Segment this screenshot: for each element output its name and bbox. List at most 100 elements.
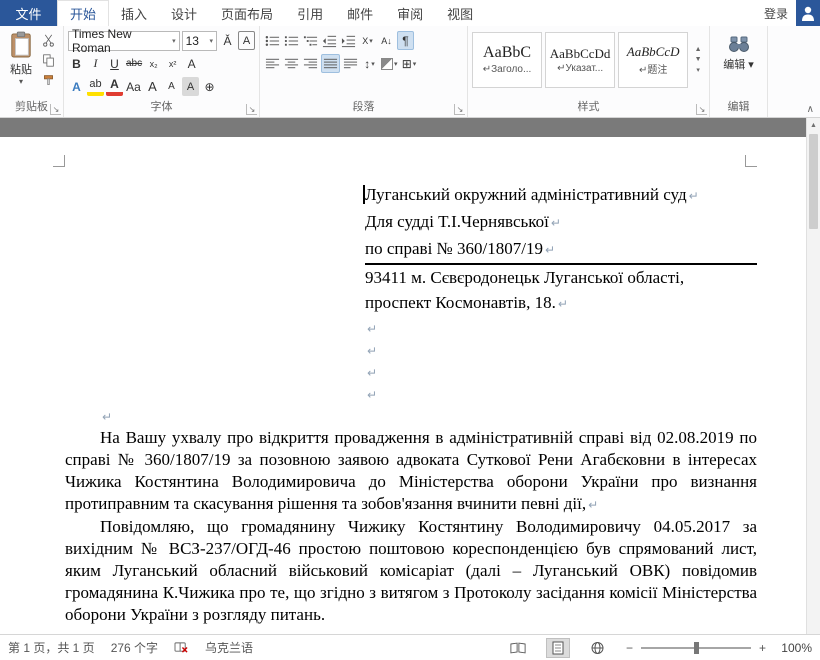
document-area[interactable]: Луганський окружний адміністративний суд…: [0, 118, 806, 634]
scroll-up-icon[interactable]: ▲: [807, 118, 820, 133]
zoom-slider[interactable]: [640, 641, 751, 654]
character-shading-button[interactable]: A: [182, 77, 199, 96]
align-right-button[interactable]: [302, 54, 319, 73]
text-effects-button[interactable]: A: [68, 77, 85, 96]
distribute-text-button[interactable]: [342, 54, 359, 73]
styles-scroll-up-icon[interactable]: ▲: [695, 46, 702, 53]
tab-mailings[interactable]: 邮件: [335, 0, 385, 26]
sort-button[interactable]: A↓: [378, 31, 395, 50]
clipboard-dialog-launcher-icon[interactable]: ↘: [50, 104, 61, 115]
format-painter-button[interactable]: [38, 71, 58, 89]
style-card-heading[interactable]: AaBbC ↵Заголо...: [472, 32, 543, 88]
user-avatar-icon[interactable]: [796, 0, 820, 26]
chevron-down-icon: ▾: [18, 77, 23, 86]
shading-button[interactable]: ▾: [380, 54, 399, 73]
page-indicator[interactable]: 第 1 页，共 1 页: [8, 639, 95, 656]
address-line: 93411 м. Сєвєродонецьк Луганської област…: [365, 268, 685, 287]
print-layout-button[interactable]: [545, 637, 570, 658]
styles-scroll-down-icon[interactable]: ▼: [695, 56, 702, 63]
style-card-caption[interactable]: AaBbCcD ↵题注: [618, 32, 689, 88]
shrink-font-button[interactable]: A: [163, 77, 180, 96]
superscript-button[interactable]: x²: [164, 54, 181, 73]
asian-layout-button[interactable]: X ▾: [359, 31, 376, 50]
text-highlight-button[interactable]: ab: [87, 77, 104, 96]
margin-crop-mark: [745, 155, 757, 167]
word-count[interactable]: 276 个字: [111, 639, 158, 656]
sign-in-button[interactable]: 登录: [756, 0, 796, 26]
document-content[interactable]: Луганський окружний адміністративний суд…: [65, 182, 757, 626]
address-line: Луганський окружний адміністративний суд: [365, 182, 757, 209]
vertical-scrollbar[interactable]: ▲: [806, 118, 820, 634]
tab-view[interactable]: 视图: [435, 0, 485, 26]
paragraph-dialog-launcher-icon[interactable]: ↘: [454, 104, 465, 115]
cut-button[interactable]: [38, 31, 58, 49]
numbered-list-button[interactable]: [283, 31, 300, 50]
read-mode-button[interactable]: [506, 638, 530, 658]
tab-design[interactable]: 设计: [159, 0, 209, 26]
style-card-index[interactable]: AaBbCcDd ↵Указат...: [545, 32, 616, 88]
body-paragraph: Повідомляю, що громадянину Чижику Костян…: [65, 517, 757, 624]
font-dialog-launcher-icon[interactable]: ↘: [246, 104, 257, 115]
increase-indent-button[interactable]: [340, 31, 357, 50]
chevron-down-icon: ▾: [369, 37, 373, 45]
zoom-in-button[interactable]: +: [759, 641, 766, 655]
grow-font-button[interactable]: A: [144, 77, 161, 96]
paragraph-group-label: 段落: [352, 101, 375, 113]
web-layout-button[interactable]: [586, 638, 610, 658]
change-case-button[interactable]: Aa: [125, 77, 142, 96]
show-formatting-marks-button[interactable]: ¶: [397, 31, 414, 50]
styles-more-icon[interactable]: ▾: [696, 66, 700, 74]
underline-button[interactable]: U: [106, 54, 123, 73]
font-size-select[interactable]: 13 ▾: [181, 30, 217, 51]
tab-home[interactable]: 开始: [57, 0, 110, 26]
style-name: ↵Указат...: [557, 62, 604, 74]
character-border-button[interactable]: A: [238, 31, 255, 50]
text-cursor: [363, 185, 365, 204]
empty-paragraph-mark: [365, 317, 757, 339]
status-bar: 第 1 页，共 1 页 276 个字 乌克兰语 − + 100%: [0, 634, 820, 660]
clear-formatting-button[interactable]: A: [183, 54, 200, 73]
paste-button[interactable]: 粘贴 ▾: [4, 29, 38, 100]
scrollbar-thumb[interactable]: [809, 134, 818, 229]
chevron-down-icon: ▾: [748, 59, 754, 71]
enclose-characters-button[interactable]: ⊕: [201, 77, 218, 96]
empty-paragraph-mark: [365, 383, 757, 405]
phonetic-guide-button[interactable]: Ǎ: [219, 31, 236, 50]
font-name-select[interactable]: Times New Roman ▾: [68, 27, 180, 55]
justify-button[interactable]: [321, 54, 340, 73]
line-spacing-button[interactable]: ↕ ▾: [361, 54, 378, 73]
document-page[interactable]: Луганський окружний адміністративний суд…: [0, 137, 806, 634]
bullet-list-button[interactable]: [264, 31, 281, 50]
tab-review[interactable]: 审阅: [385, 0, 435, 26]
subscript-button[interactable]: x₂: [145, 54, 162, 73]
editing-group-label: 编辑: [727, 101, 750, 113]
zoom-out-button[interactable]: −: [626, 641, 633, 655]
copy-button[interactable]: [38, 51, 58, 69]
align-center-button[interactable]: [283, 54, 300, 73]
file-tab[interactable]: 文件: [0, 0, 57, 26]
bold-button[interactable]: B: [68, 54, 85, 73]
styles-dialog-launcher-icon[interactable]: ↘: [696, 104, 707, 115]
decrease-indent-button[interactable]: [321, 31, 338, 50]
editing-button[interactable]: 编辑 ▾: [714, 29, 763, 72]
font-group-label: 字体: [150, 101, 173, 113]
styles-group-label: 样式: [577, 101, 600, 113]
body-paragraph: На Вашу ухвалу про відкриття провадження…: [65, 427, 757, 516]
proofing-errors-icon[interactable]: [174, 641, 189, 654]
language-indicator[interactable]: 乌克兰语: [205, 639, 253, 656]
tab-references[interactable]: 引用: [285, 0, 335, 26]
tab-bar-spacer: [485, 0, 756, 26]
borders-button[interactable]: ⊞ ▾: [401, 54, 418, 73]
strikethrough-button[interactable]: abc: [125, 54, 143, 73]
multilevel-list-button[interactable]: [302, 31, 319, 50]
tab-page-layout[interactable]: 页面布局: [209, 0, 285, 26]
zoom-slider-thumb[interactable]: [693, 641, 699, 654]
font-name-value: Times New Roman: [72, 26, 132, 55]
align-left-button[interactable]: [264, 54, 281, 73]
italic-button[interactable]: I: [87, 54, 104, 73]
font-color-button[interactable]: A: [106, 77, 123, 96]
zoom-level[interactable]: 100%: [774, 641, 812, 655]
collapse-ribbon-button[interactable]: ∧: [807, 104, 814, 115]
tab-insert[interactable]: 插入: [109, 0, 159, 26]
paragraph-group: X ▾ A↓ ¶ ↕ ▾ ▾ ⊞ ▾ 段落 ↘: [260, 26, 468, 117]
